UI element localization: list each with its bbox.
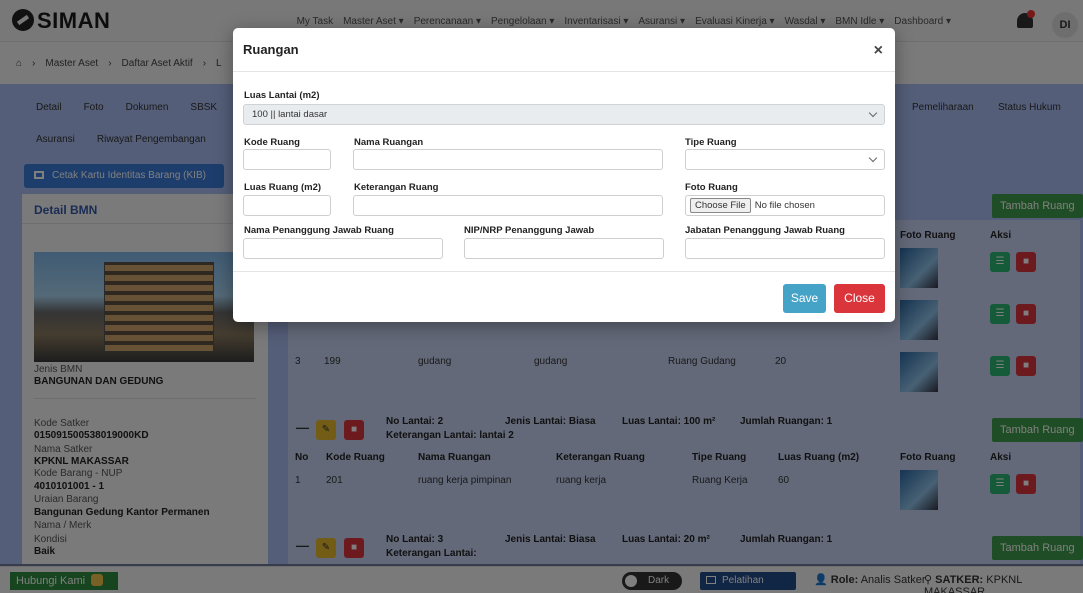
luas-ruang-input[interactable] xyxy=(243,195,331,216)
ruangan-modal: Ruangan × Luas Lantai (m2) 100 || lantai… xyxy=(233,28,895,322)
nama-ruangan-label: Nama Ruangan xyxy=(354,137,424,148)
modal-header: Ruangan × xyxy=(233,28,895,72)
pj-nama-label: Nama Penanggung Jawab Ruang xyxy=(244,225,394,236)
luas-lantai-label: Luas Lantai (m2) xyxy=(244,90,320,101)
file-status: No file chosen xyxy=(754,200,815,211)
foto-ruang-label: Foto Ruang xyxy=(685,182,738,193)
keterangan-ruang-label: Keterangan Ruang xyxy=(354,182,439,193)
choose-file-button[interactable]: Choose File xyxy=(690,198,751,213)
luas-lantai-select[interactable]: 100 || lantai dasar xyxy=(243,104,885,125)
save-button[interactable]: Save xyxy=(783,284,826,313)
chevron-down-icon xyxy=(868,108,878,118)
close-icon[interactable]: × xyxy=(874,42,883,60)
kode-ruang-input[interactable] xyxy=(243,149,331,170)
kode-ruang-label: Kode Ruang xyxy=(244,137,300,148)
pj-jabatan-input[interactable] xyxy=(685,238,885,259)
foto-ruang-file-input[interactable]: Choose File No file chosen xyxy=(685,195,885,216)
keterangan-ruang-input[interactable] xyxy=(353,195,663,216)
tipe-ruang-label: Tipe Ruang xyxy=(685,137,737,148)
modal-footer-divider xyxy=(233,271,895,272)
close-button[interactable]: Close xyxy=(834,284,885,313)
nama-ruangan-input[interactable] xyxy=(353,149,663,170)
modal-title: Ruangan xyxy=(243,42,299,57)
pj-nip-input[interactable] xyxy=(464,238,664,259)
luas-lantai-value: 100 || lantai dasar xyxy=(252,109,328,120)
pj-nip-label: NIP/NRP Penanggung Jawab xyxy=(464,225,595,236)
pj-jabatan-label: Jabatan Penanggung Jawab Ruang xyxy=(685,225,845,236)
tipe-ruang-select[interactable] xyxy=(685,149,885,170)
chevron-down-icon xyxy=(868,153,878,163)
pj-nama-input[interactable] xyxy=(243,238,443,259)
luas-ruang-label: Luas Ruang (m2) xyxy=(244,182,322,193)
